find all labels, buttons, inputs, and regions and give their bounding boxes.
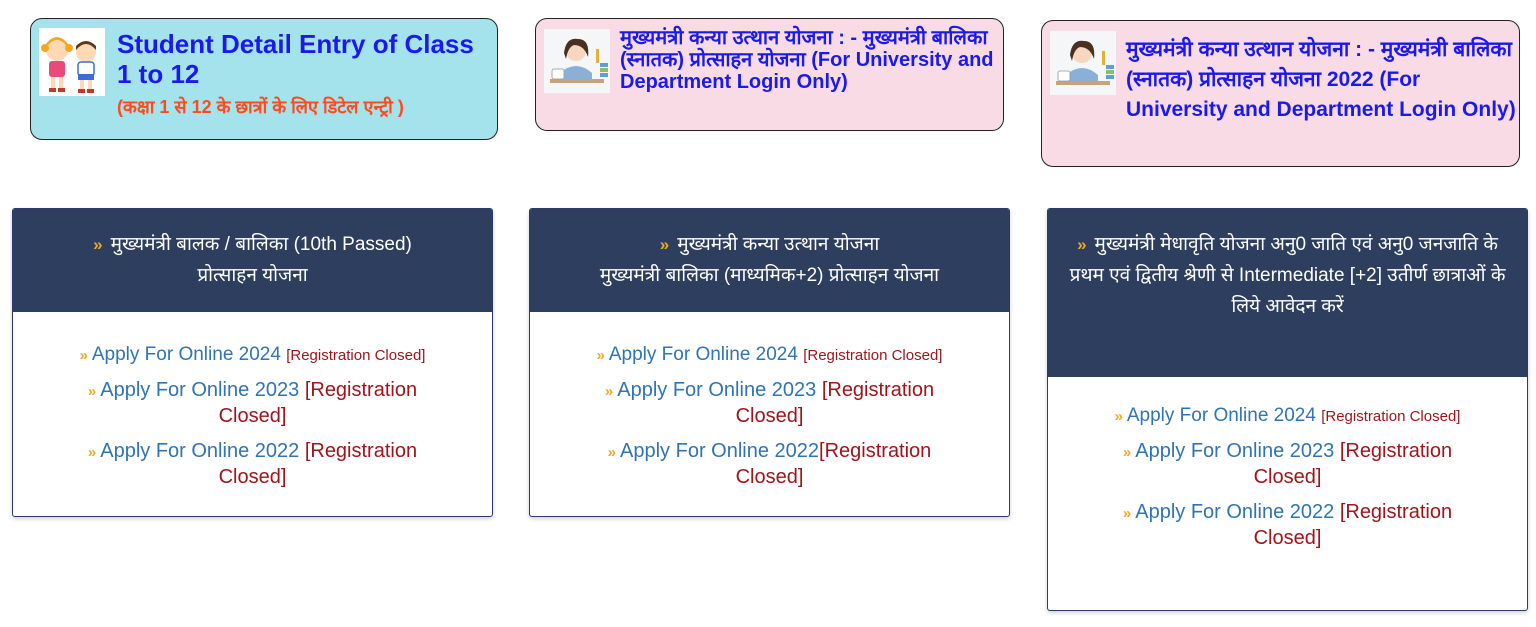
double-chevron-icon: » [87, 444, 97, 461]
double-chevron-icon: » [1077, 235, 1087, 254]
double-chevron-icon: » [79, 347, 88, 364]
kanya-utthan-graduation-2022-card[interactable]: मुख्यमंत्री कन्या उत्थान योजना : - मुख्य… [1041, 20, 1520, 167]
apply-link-row[interactable]: » Apply For Online 2023 [Registration Clo… [73, 378, 433, 429]
apply-link-row[interactable]: » Apply For Online 2024 [Registration Clo… [13, 342, 492, 368]
panel-body: » Apply For Online 2024 [Registration Clo… [13, 312, 492, 490]
student-girl-illustration-icon [544, 29, 610, 93]
panel-medhavriti-scheme: » मुख्यमंत्री मेधावृति योजना अनु0 जाति एव… [1047, 208, 1528, 611]
double-chevron-icon: » [604, 383, 614, 400]
card-title[interactable]: मुख्यमंत्री कन्या उत्थान योजना : - मुख्य… [620, 27, 1000, 93]
apply-link-row[interactable]: » Apply For Online 2022[Registration Clos… [590, 439, 950, 490]
apply-online-link[interactable]: Apply For Online 2022 [620, 440, 819, 462]
status-text: [Registration Closed] [803, 347, 943, 364]
apply-online-link[interactable]: Apply For Online 2022 [100, 440, 299, 462]
panel-body: » Apply For Online 2024 [Registration Clo… [1048, 377, 1527, 551]
apply-link-row[interactable]: » Apply For Online 2022 [Registration Clo… [1108, 500, 1468, 551]
double-chevron-icon: » [93, 235, 103, 254]
double-chevron-icon: » [607, 444, 617, 461]
panel-header: » मुख्यमंत्री मेधावृति योजना अनु0 जाति एव… [1048, 209, 1527, 377]
apply-link-row[interactable]: » Apply For Online 2023 [Registration Clo… [590, 378, 950, 429]
apply-online-link[interactable]: Apply For Online 2024 [1127, 405, 1316, 426]
panel-heading-line2: प्रथम एवं द्वितीय श्रेणी से Intermediate… [1069, 265, 1506, 317]
apply-online-link[interactable]: Apply For Online 2023 [100, 379, 299, 401]
panel-heading-line1: मुख्यमंत्री मेधावृति योजना अनु0 जाति एवं… [1094, 234, 1498, 255]
children-illustration-icon [39, 28, 105, 96]
double-chevron-icon: » [596, 347, 605, 364]
apply-online-link[interactable]: Apply For Online 2023 [1135, 440, 1334, 462]
status-text: [Registration Closed] [1321, 408, 1461, 425]
status-text: [Registration Closed] [286, 347, 426, 364]
panel-header: » मुख्यमंत्री कन्या उत्थान योजना मुख्यमंत… [530, 209, 1009, 312]
panel-heading-line2: प्रोत्साहन योजना [197, 265, 308, 286]
panel-kanya-utthan-madhyamik-scheme: » मुख्यमंत्री कन्या उत्थान योजना मुख्यमंत… [529, 208, 1010, 517]
apply-online-link[interactable]: Apply For Online 2022 [1135, 501, 1334, 523]
apply-link-row[interactable]: » Apply For Online 2024 [Registration Clo… [530, 342, 1009, 368]
panel-heading-line2: मुख्यमंत्री बालिका (माध्यमिक+2) प्रोत्सा… [599, 265, 940, 286]
apply-link-row[interactable]: » Apply For Online 2024 [Registration Clo… [1048, 403, 1527, 429]
card-title[interactable]: मुख्यमंत्री कन्या उत्थान योजना : - मुख्य… [1126, 35, 1516, 125]
card-subtitle: (कक्षा 1 से 12 के छात्रों के लिए डिटेल ए… [117, 97, 404, 117]
panel-10th-passed-scheme: » मुख्यमंत्री बालक / बालिका (10th Passed)… [12, 208, 493, 517]
apply-online-link[interactable]: Apply For Online 2023 [617, 379, 816, 401]
double-chevron-icon: » [1114, 408, 1123, 425]
panel-heading-line1: मुख्यमंत्री कन्या उत्थान योजना [677, 234, 880, 255]
panel-header: » मुख्यमंत्री बालक / बालिका (10th Passed)… [13, 209, 492, 312]
student-detail-entry-card[interactable]: Student Detail Entry of Class 1 to 12 (क… [30, 18, 498, 140]
student-girl-illustration-icon [1050, 31, 1116, 95]
panel-body: » Apply For Online 2024 [Registration Clo… [530, 312, 1009, 490]
double-chevron-icon: » [659, 235, 670, 254]
kanya-utthan-graduation-card[interactable]: मुख्यमंत्री कन्या उत्थान योजना : - मुख्य… [535, 18, 1004, 131]
double-chevron-icon: » [1122, 505, 1132, 522]
panel-heading-line1: मुख्यमंत्री बालक / बालिका (10th Passed) [110, 234, 412, 255]
double-chevron-icon: » [1122, 444, 1132, 461]
double-chevron-icon: » [87, 383, 97, 400]
card-title[interactable]: Student Detail Entry of Class 1 to 12 [117, 29, 487, 89]
apply-link-row[interactable]: » Apply For Online 2022 [Registration Clo… [73, 439, 433, 490]
apply-link-row[interactable]: » Apply For Online 2023 [Registration Clo… [1108, 439, 1468, 490]
apply-online-link[interactable]: Apply For Online 2024 [609, 344, 798, 365]
apply-online-link[interactable]: Apply For Online 2024 [92, 344, 281, 365]
